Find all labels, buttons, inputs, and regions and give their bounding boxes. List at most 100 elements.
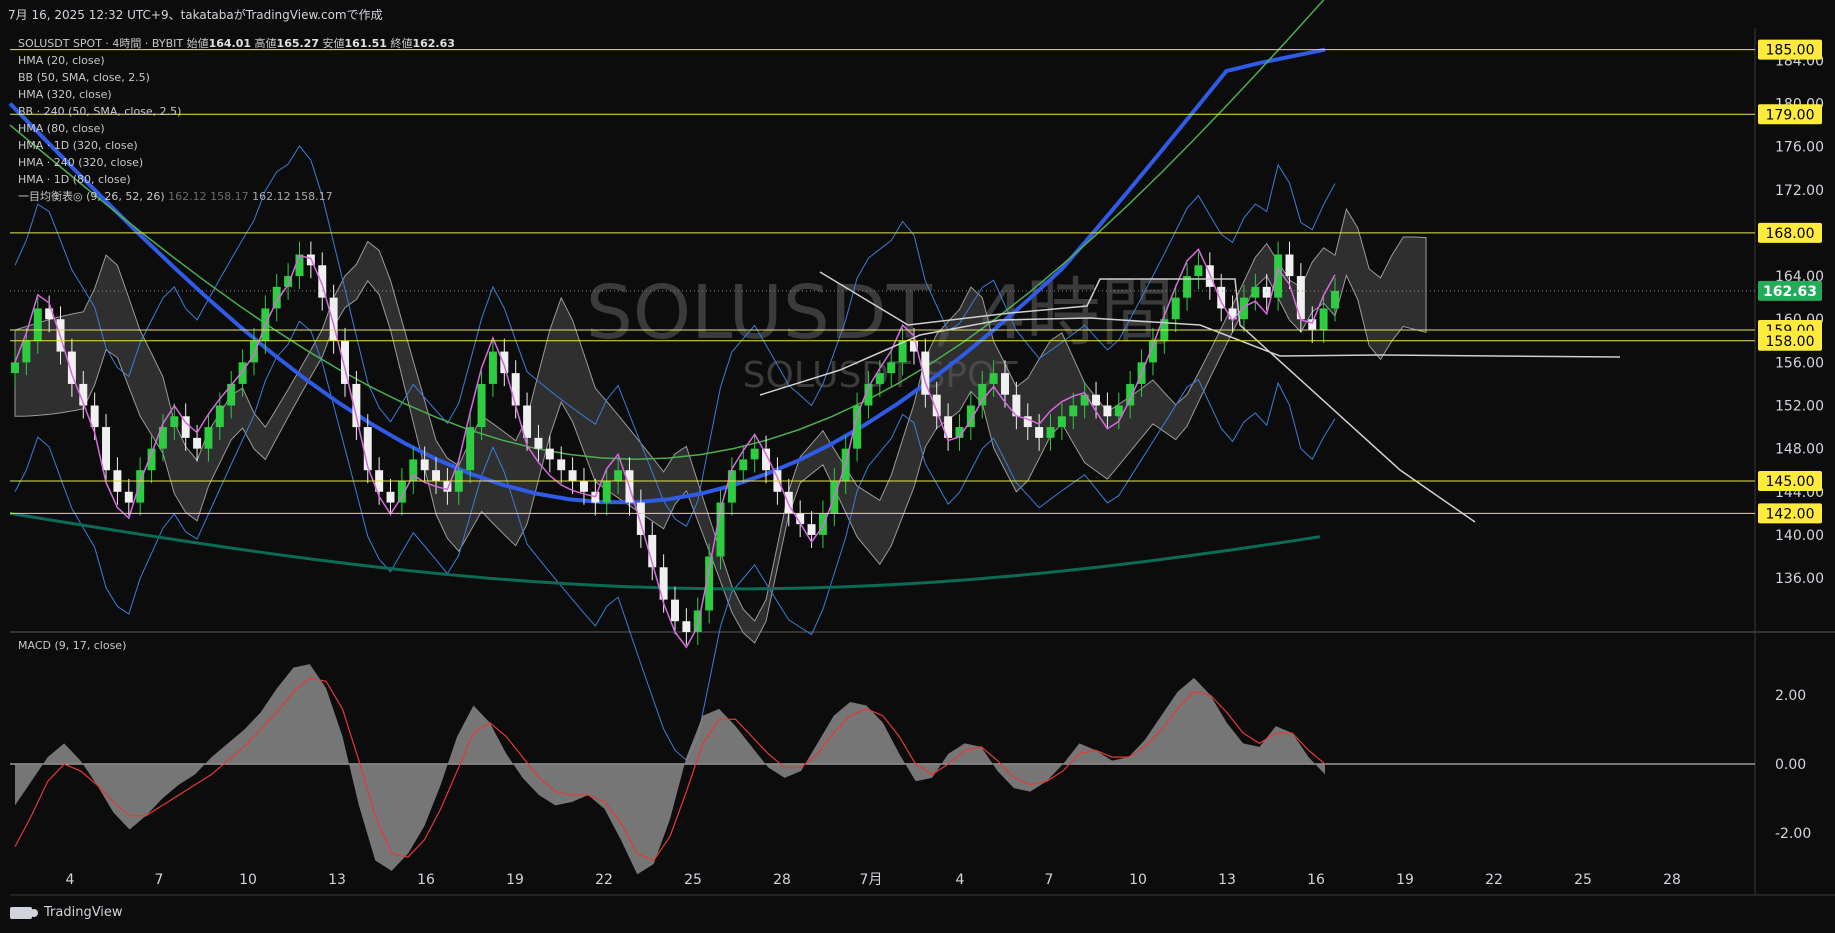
low-label: 安値 — [322, 37, 345, 50]
time-tick: 7 — [155, 872, 164, 888]
macd-legend[interactable]: MACD (9, 17, close) — [18, 639, 126, 652]
footer[interactable]: TradingView — [10, 905, 123, 920]
chart-header: 7月 16, 2025 12:32 UTC+9、takatabaがTrading… — [8, 8, 383, 22]
price-level-label: 142.00 — [1766, 506, 1815, 522]
candle-body — [557, 459, 566, 471]
candle-body — [215, 405, 224, 428]
ichimoku-value-2: 158.17 — [210, 190, 249, 203]
candle-body — [204, 427, 213, 449]
time-tick: 25 — [1574, 872, 1592, 888]
macd-tick: 0.00 — [1775, 757, 1806, 773]
indicator-bb50[interactable]: BB (50, SMA, close, 2.5) — [18, 69, 455, 86]
indicator-hma20[interactable]: HMA (20, close) — [18, 52, 455, 69]
candle-body — [614, 470, 623, 481]
price-tick: 136.00 — [1775, 571, 1824, 587]
indicator-legend: SOLUSDT SPOT · 4時間 · BYBIT 始値164.01 高値16… — [18, 35, 455, 205]
ichimoku-value-4: 158.17 — [294, 190, 333, 203]
indicator-ichimoku[interactable]: 一目均衡表◎ (9, 26, 52, 26) 162.12 158.17 162… — [18, 188, 455, 205]
candle-body — [33, 308, 42, 341]
open-value: 164.01 — [208, 37, 252, 50]
high-label: 高値 — [254, 37, 277, 50]
candle-body — [1194, 265, 1203, 277]
macd-histogram-area — [15, 664, 1325, 875]
candle-body — [488, 351, 497, 384]
price-tick: 176.00 — [1775, 140, 1824, 156]
candle-body — [989, 373, 998, 384]
indicator-hma320[interactable]: HMA (320, close) — [18, 86, 455, 103]
time-tick: 22 — [1485, 872, 1503, 888]
candle-body — [1262, 286, 1271, 298]
price-level-label: 168.00 — [1766, 226, 1815, 242]
candle-body — [807, 524, 816, 535]
high-value: 165.27 — [276, 37, 319, 50]
candle-body — [568, 470, 577, 481]
candle-body — [432, 470, 441, 481]
candle-body — [295, 254, 304, 277]
candle-body — [1057, 416, 1066, 428]
candle-body — [227, 383, 236, 406]
candle-body — [102, 427, 111, 471]
candle-body — [818, 513, 827, 535]
last-price-label: 162.63 — [1763, 284, 1817, 300]
macd-tick: -2.00 — [1775, 826, 1811, 842]
candle-body — [1103, 405, 1112, 417]
close-value: 162.63 — [412, 37, 455, 50]
candle-body — [67, 351, 76, 384]
candle-body — [875, 373, 884, 384]
time-tick: 19 — [506, 872, 524, 888]
candle-body — [420, 459, 429, 471]
time-tick: 10 — [1129, 872, 1147, 888]
candle-body — [1251, 286, 1260, 298]
price-level-label: 145.00 — [1766, 474, 1815, 490]
candle-body — [170, 416, 179, 428]
candle-body — [579, 481, 588, 492]
candle-body — [1046, 427, 1055, 438]
candle-body — [477, 383, 486, 428]
candle-body — [500, 351, 509, 374]
candle-body — [124, 491, 133, 503]
price-tick: 172.00 — [1775, 183, 1824, 199]
candle-body — [671, 599, 679, 622]
candle-body — [1092, 394, 1101, 406]
close-label: 終値 — [390, 37, 413, 50]
time-tick: 22 — [595, 872, 613, 888]
candle-body — [978, 383, 987, 406]
candle-body — [466, 427, 475, 471]
time-tick: 28 — [1663, 872, 1681, 888]
candle-body — [1239, 297, 1248, 320]
candle-body — [1035, 427, 1044, 438]
ichimoku-value-1: 162.12 — [168, 190, 207, 203]
time-tick: 7 — [1045, 872, 1054, 888]
price-level-label: 179.00 — [1766, 107, 1815, 123]
indicator-hma240-320[interactable]: HMA · 240 (320, close) — [18, 154, 455, 171]
candle-body — [534, 437, 543, 449]
tradingview-logo-icon — [10, 906, 38, 919]
bb-lower-line — [14, 320, 1336, 762]
time-tick: 4 — [66, 872, 75, 888]
price-tick: 148.00 — [1775, 442, 1824, 458]
candle-body — [727, 470, 736, 503]
time-tick: 13 — [1218, 872, 1236, 888]
candle-body — [238, 362, 247, 384]
candle-body — [545, 448, 554, 460]
price-level-label: 158.00 — [1766, 334, 1815, 350]
candle-body — [1308, 319, 1317, 330]
symbol-ohlc-line[interactable]: SOLUSDT SPOT · 4時間 · BYBIT 始値164.01 高値16… — [18, 35, 455, 52]
candle-body — [750, 448, 759, 460]
candle-body — [1331, 290, 1339, 309]
candle-body — [511, 373, 520, 406]
candle-body — [1285, 254, 1294, 277]
candle-body — [1001, 373, 1009, 395]
candle-body — [11, 362, 19, 374]
indicator-hma80[interactable]: HMA (80, close) — [18, 120, 455, 137]
candle-body — [193, 437, 202, 449]
indicator-hma1d-80[interactable]: HMA · 1D (80, close) — [18, 171, 455, 188]
ichimoku-label: 一目均衡表◎ (9, 26, 52, 26) — [18, 190, 165, 203]
symbol-name: SOLUSDT SPOT · 4時間 · BYBIT — [18, 37, 184, 50]
candle-body — [887, 362, 896, 374]
indicator-bb240[interactable]: BB · 240 (50, SMA, close, 2.5) — [18, 103, 455, 120]
footer-brand: TradingView — [44, 905, 123, 920]
price-tick: 152.00 — [1775, 399, 1824, 415]
price-tick: 140.00 — [1775, 528, 1824, 544]
indicator-hma1d-320[interactable]: HMA · 1D (320, close) — [18, 137, 455, 154]
